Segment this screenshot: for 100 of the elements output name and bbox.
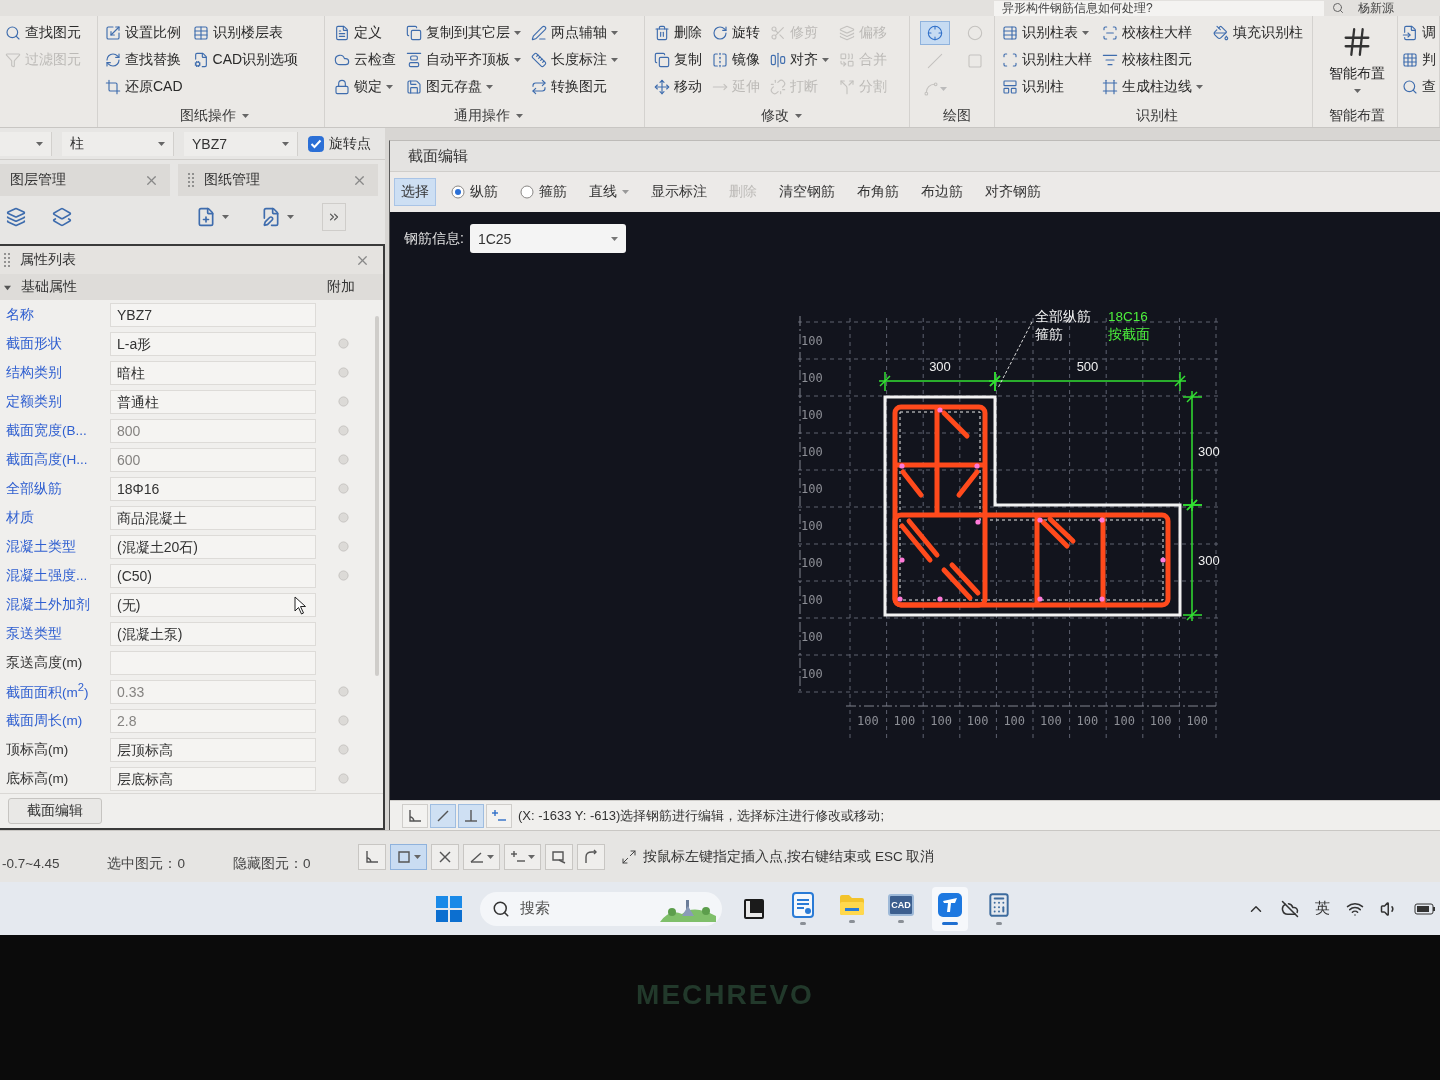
icon-button[interactable]	[322, 203, 346, 231]
snap-tool-button[interactable]	[577, 843, 606, 870]
attach-checkbox[interactable]	[338, 396, 349, 407]
snap-toggle-button[interactable]	[458, 803, 484, 828]
property-value-field[interactable]: 0.33	[110, 679, 316, 704]
ribbon-button[interactable]: 识别楼层表	[191, 21, 300, 45]
attach-checkbox[interactable]	[338, 773, 349, 784]
search-icon[interactable]	[1332, 2, 1344, 14]
attach-checkbox[interactable]	[338, 686, 349, 697]
snap-toggle-button[interactable]	[430, 803, 456, 828]
ribbon-button[interactable]: 查	[1401, 75, 1437, 99]
ribbon-button[interactable]: 还原CAD	[104, 75, 184, 99]
property-value-field[interactable]	[110, 650, 316, 675]
property-value-field[interactable]: 800	[110, 418, 316, 443]
property-value-field[interactable]: (混凝土泵)	[110, 621, 316, 646]
property-value-field[interactable]: 普通柱	[110, 389, 316, 414]
snap-tool-button[interactable]	[545, 843, 574, 870]
property-value-field[interactable]: (混凝土20石)	[110, 534, 316, 559]
ribbon-button[interactable]: 定义	[333, 21, 397, 45]
taskbar-app-button[interactable]: CAD	[883, 886, 919, 931]
toolbar-button[interactable]: 布边筋	[914, 178, 970, 206]
search-field[interactable]: 搜索	[480, 891, 722, 926]
checkbox[interactable]	[308, 135, 324, 152]
property-value-field[interactable]: 层顶标高	[110, 737, 316, 762]
snap-tool-button[interactable]	[390, 843, 428, 870]
property-value-field[interactable]: L-a形	[110, 331, 316, 356]
ribbon-button[interactable]: 两点辅轴	[530, 21, 619, 45]
toolbar-button[interactable]: 清空钢筋	[772, 178, 842, 206]
snap-toggle-button[interactable]	[486, 803, 512, 828]
ribbon-button[interactable]: 云检查	[333, 48, 397, 72]
ribbon-button[interactable]: 删除	[653, 21, 703, 45]
drawing-canvas[interactable]: 100 100 100 100 100 100 100 100 100 100 100 100 100 100 100 100 100 100 100 100 300 500 300 300 全部纵筋 18C16 箍筋 按截面 钢筋信息: 1C25	[390, 212, 1440, 800]
snap-tool-button[interactable]	[431, 843, 460, 870]
panel-tab[interactable]: 图层管理	[0, 164, 170, 196]
snap-tool-button[interactable]	[504, 843, 542, 870]
ribbon-button[interactable]: 识别柱表	[1001, 21, 1093, 45]
toolbar-button[interactable]: 布角筋	[850, 178, 906, 206]
attach-checkbox[interactable]	[338, 454, 349, 465]
tool-button[interactable]	[920, 21, 950, 45]
section-edit-button[interactable]: 截面编辑	[8, 798, 102, 824]
toolbar-button[interactable]: 对齐钢筋	[978, 178, 1048, 206]
input-method-button[interactable]: 英	[1315, 899, 1330, 918]
ribbon-button[interactable]: 锁定	[333, 75, 397, 99]
expand-triangle-icon[interactable]	[4, 283, 11, 291]
large-ribbon-button[interactable]: 智能布置	[1325, 21, 1389, 105]
help-search-field[interactable]: 异形构件钢筋信息如何处理?	[994, 0, 1324, 16]
attach-checkbox[interactable]	[338, 570, 349, 581]
attach-checkbox[interactable]	[338, 483, 349, 494]
property-value-field[interactable]: (无)	[110, 592, 316, 617]
cloud-off-icon[interactable]	[1281, 899, 1299, 918]
property-value-field[interactable]: 18Φ16	[110, 476, 316, 501]
property-value-field[interactable]: 商品混凝土	[110, 505, 316, 530]
dropdown-field[interactable]	[0, 131, 52, 156]
snap-tool-button[interactable]	[358, 843, 387, 870]
toolbar-button[interactable]: 选择	[394, 178, 436, 206]
user-name[interactable]: 杨新源	[1358, 0, 1394, 17]
ribbon-button[interactable]: 识别柱	[1001, 75, 1093, 99]
snap-tool-button[interactable]	[463, 843, 501, 870]
rebar-info-dropdown[interactable]: 1C25	[469, 224, 626, 253]
property-value-field[interactable]: (C50)	[110, 563, 316, 588]
radio-option[interactable]: 纵筋	[444, 178, 505, 206]
property-value-field[interactable]: 暗柱	[110, 360, 316, 385]
toolbar-button[interactable]: 显示标注	[644, 178, 714, 206]
component-dropdown[interactable]: YBZ7	[184, 131, 298, 156]
ribbon-button[interactable]: CAD识别选项	[191, 48, 300, 72]
panel-tab[interactable]: 图纸管理	[178, 164, 378, 196]
ribbon-button[interactable]: 复制	[653, 48, 703, 72]
property-value-field[interactable]: YBZ7	[110, 302, 316, 327]
property-value-field[interactable]: 2.8	[110, 708, 316, 733]
ribbon-button[interactable]: 旋转	[711, 21, 761, 45]
property-value-field[interactable]: 600	[110, 447, 316, 472]
ribbon-button[interactable]: 校核柱图元	[1101, 48, 1204, 72]
ribbon-button[interactable]: 移动	[653, 75, 703, 99]
ribbon-button[interactable]: 填充识别柱	[1212, 21, 1304, 45]
ribbon-button[interactable]: 校核柱大样	[1101, 21, 1204, 45]
attach-checkbox[interactable]	[338, 425, 349, 436]
attach-checkbox[interactable]	[338, 715, 349, 726]
attach-checkbox[interactable]	[338, 541, 349, 552]
ribbon-button[interactable]: 生成柱边线	[1101, 75, 1204, 99]
attach-checkbox[interactable]	[338, 367, 349, 378]
ribbon-button[interactable]: 查找图元	[4, 21, 82, 45]
attach-checkbox[interactable]	[338, 338, 349, 349]
ribbon-button[interactable]: 镜像	[711, 48, 761, 72]
ribbon-button[interactable]: 调	[1401, 21, 1437, 45]
ribbon-button[interactable]: 转换图元	[530, 75, 619, 99]
dropdown-button[interactable]: 直线	[582, 178, 636, 206]
battery-icon[interactable]	[1414, 902, 1436, 915]
attach-checkbox[interactable]	[338, 744, 349, 755]
start-button[interactable]	[434, 893, 464, 924]
ribbon-button[interactable]: 长度标注	[530, 48, 619, 72]
component-type-dropdown[interactable]: 柱	[62, 131, 174, 156]
ribbon-button[interactable]: 图元存盘	[405, 75, 522, 99]
ribbon-button[interactable]: 设置比例	[104, 21, 184, 45]
snap-toggle-button[interactable]	[402, 803, 428, 828]
scrollbar-thumb[interactable]	[375, 316, 379, 676]
ribbon-button[interactable]: 复制到其它层	[405, 21, 522, 45]
ribbon-button[interactable]: 识别柱大样	[1001, 48, 1093, 72]
ribbon-button[interactable]: 判	[1401, 48, 1437, 72]
ribbon-button[interactable]: 自动平齐顶板	[405, 48, 522, 72]
attach-checkbox[interactable]	[338, 512, 349, 523]
